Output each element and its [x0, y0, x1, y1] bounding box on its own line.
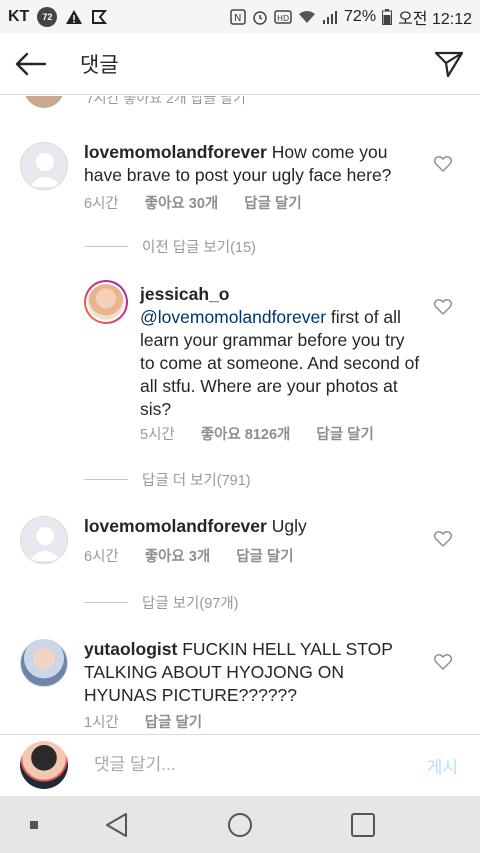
username[interactable]: yutaologist — [84, 639, 177, 659]
arrow-left-icon — [15, 52, 47, 75]
timestamp: 6시간 — [84, 196, 119, 212]
comment-body: yutaologist FUCKIN HELL YALL STOP TALKIN… — [84, 638, 414, 707]
likes-count[interactable]: 좋아요 3개 — [145, 545, 210, 566]
svg-text:HD: HD — [277, 14, 289, 23]
carrier-label: KT — [8, 7, 30, 25]
avatar[interactable] — [24, 96, 64, 108]
back-button[interactable] — [0, 33, 62, 95]
default-profile-icon — [21, 517, 67, 563]
battery-percent: 72% — [344, 7, 377, 25]
comment-body: jessicah_o @lovemomolandforever first of… — [140, 283, 422, 421]
comment-input[interactable] — [94, 751, 394, 779]
status-bar: KT 72 N HD 72% 오전 12:12 — [0, 0, 480, 33]
warning-icon — [65, 9, 83, 25]
heart-icon[interactable] — [433, 297, 453, 317]
comment-meta: 6시간 좋아요 30개 답글 달기 — [84, 192, 302, 213]
alarm-icon — [252, 9, 268, 25]
comment-text: Ugly — [271, 516, 307, 536]
comment-composer: 게시 — [0, 734, 480, 796]
divider-line — [84, 479, 128, 480]
comment-body: lovemomolandforever How come you have br… — [84, 141, 414, 187]
battery-icon — [382, 8, 393, 25]
notification-badge: 72 — [37, 6, 58, 27]
avatar[interactable] — [20, 639, 68, 687]
clock: 오전 12:12 — [398, 10, 472, 28]
mention-link[interactable]: @lovemomolandforever — [140, 307, 326, 327]
view-replies-button[interactable]: 답글 보기(97개) — [84, 592, 239, 613]
reply-button[interactable]: 답글 달기 — [244, 192, 301, 213]
partial-meta: 7시간 좋아요 2개 답글 달기 — [86, 96, 246, 106]
comment-body: lovemomolandforever Ugly — [84, 515, 414, 538]
svg-text:N: N — [234, 13, 241, 24]
comments-list: 7시간 좋아요 2개 답글 달기 lovemomolandforever How… — [0, 96, 480, 734]
divider-line — [84, 246, 128, 247]
view-replies-label: 이전 답글 보기(15) — [142, 240, 256, 256]
hd-voice-icon: HD — [274, 9, 292, 24]
page-title: 댓글 — [80, 53, 119, 77]
dot-icon[interactable] — [29, 820, 39, 830]
default-profile-icon — [21, 143, 67, 189]
avatar[interactable] — [84, 280, 128, 324]
timestamp: 6시간 — [84, 549, 119, 565]
system-nav-bar — [0, 796, 480, 853]
app-notification-icon — [91, 9, 108, 25]
view-more-replies-button[interactable]: 답글 더 보기(791) — [84, 469, 251, 490]
comment-meta: 6시간 좋아요 3개 답글 달기 — [84, 545, 294, 566]
comment-meta: 5시간 좋아요 8126개 답글 달기 — [140, 423, 374, 444]
heart-icon[interactable] — [433, 154, 453, 174]
profile-photo — [88, 284, 124, 320]
nfc-icon: N — [230, 8, 246, 25]
recents-square-icon[interactable] — [350, 812, 376, 838]
username[interactable]: lovemomolandforever — [84, 142, 267, 162]
heart-icon[interactable] — [433, 529, 453, 549]
avatar[interactable] — [20, 142, 68, 190]
username[interactable]: jessicah_o — [140, 284, 230, 304]
post-button[interactable]: 게시 — [427, 753, 458, 778]
likes-count[interactable]: 좋아요 30개 — [145, 192, 219, 213]
reply-button[interactable]: 답글 달기 — [236, 545, 293, 566]
view-replies-label: 답글 보기(97개) — [142, 596, 239, 612]
comment-meta: 1시간 답글 달기 — [84, 711, 202, 732]
wifi-icon — [298, 10, 316, 24]
share-button[interactable] — [418, 33, 480, 95]
timestamp: 1시간 — [84, 715, 119, 731]
view-replies-label: 답글 더 보기(791) — [142, 473, 251, 489]
heart-icon[interactable] — [433, 652, 453, 672]
signal-icon — [322, 10, 338, 24]
reply-button[interactable]: 답글 달기 — [316, 423, 373, 444]
paper-plane-icon — [434, 51, 464, 77]
view-previous-replies-button[interactable]: 이전 답글 보기(15) — [84, 236, 256, 257]
reply-button[interactable]: 답글 달기 — [145, 711, 202, 732]
my-avatar — [20, 741, 68, 789]
timestamp: 5시간 — [140, 427, 175, 443]
avatar-inner — [86, 282, 126, 322]
home-circle-icon[interactable] — [227, 812, 253, 838]
comments-header: 댓글 — [0, 33, 480, 95]
likes-count[interactable]: 좋아요 8126개 — [201, 423, 291, 444]
back-triangle-icon[interactable] — [104, 812, 130, 838]
username[interactable]: lovemomolandforever — [84, 516, 267, 536]
divider-line — [84, 602, 128, 603]
avatar[interactable] — [20, 516, 68, 564]
